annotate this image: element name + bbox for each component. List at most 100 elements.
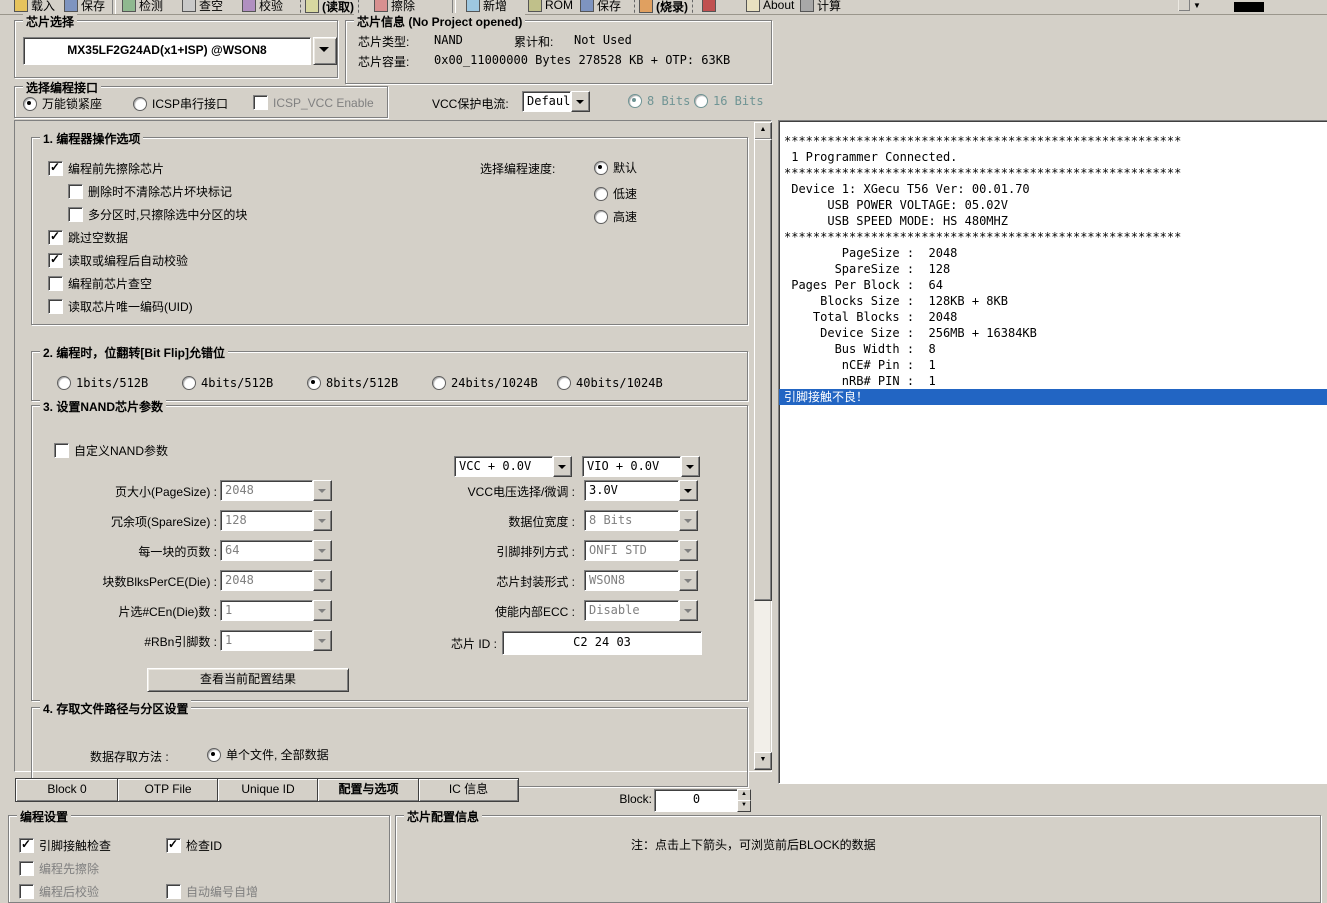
chip-select-group: 芯片选择 MX35LF2G24AD(x1+ISP) @WSON8	[14, 20, 338, 78]
window-black-icon[interactable]	[1234, 2, 1264, 12]
custom-nand-params-checkbox[interactable]: 自定义NAND参数	[54, 442, 168, 459]
icsp-radio[interactable]: ICSP串行接口	[133, 95, 228, 112]
pages-per-block-combo[interactable]: 64	[220, 540, 332, 561]
bitflip-24bits-radio[interactable]: 24bits/1024B	[432, 376, 538, 390]
verify-after-program-checkbox[interactable]: 编程后校验	[19, 883, 99, 900]
log-panel[interactable]: ****************************************…	[778, 120, 1327, 784]
log-line: nRB# PIN : 1	[779, 373, 1327, 389]
checkbox-icon	[68, 184, 83, 199]
radio-icon	[594, 187, 608, 201]
options-scrollbar[interactable]: ▲ ▼	[754, 122, 770, 770]
log-line: Device Size : 256MB + 16384KB	[779, 325, 1327, 341]
toolbar-item-about[interactable]: About	[746, 0, 794, 15]
sparesize-combo[interactable]: 128	[220, 510, 332, 531]
vcc-current-combo[interactable]: Default	[522, 91, 590, 112]
tab-ic-info[interactable]: IC 信息	[418, 778, 519, 802]
ce-count-label: 片选#CEn(Die)数 :	[37, 603, 217, 620]
toolbar-item-tool[interactable]	[702, 0, 716, 15]
capacity-value: 0x00_11000000 Bytes 278528 KB + OTP: 63K…	[434, 53, 730, 67]
toolbar-item-rom[interactable]: ROM	[528, 0, 573, 15]
tab-block0[interactable]: Block 0	[15, 778, 119, 802]
bits16-radio[interactable]: 16 Bits	[694, 94, 764, 108]
rbn-count-label: #RBn引脚数 :	[37, 633, 217, 650]
skip-blank-data-checkbox[interactable]: 跳过空数据	[48, 229, 128, 246]
file-path-group: 4. 存取文件路径与分区设置 数据存取方法 : 单个文件, 全部数据	[31, 707, 748, 787]
toolbar-item-read[interactable]: (读取)	[300, 0, 359, 15]
toolbar-item-verify[interactable]: 校验	[242, 0, 283, 15]
dropdown-arrow-icon[interactable]	[681, 456, 700, 477]
bitflip-8bits-radio[interactable]: 8bits/512B	[307, 376, 398, 390]
speed-high-radio[interactable]: 高速	[594, 208, 637, 225]
auto-verify-checkbox[interactable]: 读取或编程后自动校验	[48, 252, 188, 269]
chip-config-group: 芯片配置信息 注：点击上下箭头，可浏览前后BLOCK的数据	[395, 815, 1321, 903]
chip-select-dropdown-button[interactable]	[313, 37, 337, 65]
dropdown-arrow-icon	[679, 510, 698, 531]
group2-title: 2. 编程时，位翻转[Bit Flip]允错位	[40, 344, 228, 361]
speed-label: 选择编程速度:	[480, 160, 555, 177]
toolbar-item-calculator[interactable]: 计算	[800, 0, 841, 15]
toolbar-item-program[interactable]: (烧录)	[634, 0, 693, 15]
checkbox-icon	[48, 253, 63, 268]
single-file-radio[interactable]: 单个文件, 全部数据	[207, 746, 329, 763]
toolbar-item-save-project[interactable]: 保存	[580, 0, 621, 15]
scrollbar-thumb[interactable]	[754, 139, 772, 601]
group3-title: 3. 设置NAND芯片参数	[40, 398, 166, 415]
vio-trim-combo[interactable]: VIO + 0.0V	[582, 456, 700, 477]
radio-icon	[694, 94, 708, 108]
internal-ecc-combo[interactable]: Disable	[584, 600, 698, 621]
scroll-up-icon[interactable]: ▲	[754, 122, 772, 140]
pagesize-combo[interactable]: 2048	[220, 480, 332, 501]
pin-layout-combo[interactable]: ONFI STD	[584, 540, 698, 561]
socket-radio[interactable]: 万能锁紧座	[23, 95, 102, 112]
toolbar-dropdown[interactable]: ▼	[1178, 0, 1201, 15]
vcc-voltage-combo[interactable]: 3.0V	[584, 480, 698, 501]
erase-before-program-checkbox[interactable]: 编程前先擦除芯片	[48, 160, 164, 177]
rbn-count-combo[interactable]: 1	[220, 630, 332, 651]
tab-config-options[interactable]: 配置与选项	[317, 778, 420, 802]
toolbar-item-detect[interactable]: 检测	[122, 0, 163, 15]
speed-low-radio[interactable]: 低速	[594, 185, 637, 202]
package-combo[interactable]: WSON8	[584, 570, 698, 591]
dropdown-arrow-icon[interactable]	[679, 480, 698, 501]
tab-otp-file[interactable]: OTP File	[117, 778, 219, 802]
read-uid-checkbox[interactable]: 读取芯片唯一编码(UID)	[48, 298, 193, 315]
chip-type-label: 芯片类型:	[358, 33, 409, 50]
log-line: ****************************************…	[779, 165, 1327, 181]
erase-selected-partition-checkbox[interactable]: 多分区时,只擦除选中分区的块	[68, 206, 247, 223]
scroll-down-icon[interactable]: ▼	[754, 752, 772, 770]
dropdown-arrow-icon[interactable]	[553, 456, 572, 477]
serial-increment-checkbox[interactable]: 自动编号自增	[166, 883, 258, 900]
block-browse-note: 注：点击上下箭头，可浏览前后BLOCK的数据	[631, 836, 876, 853]
bits8-radio[interactable]: 8 Bits	[628, 94, 690, 108]
toolbar-separator	[452, 0, 456, 14]
spinner-down-icon[interactable]: ▼	[737, 800, 751, 812]
program-settings-title: 编程设置	[17, 808, 71, 825]
check-id-checkbox[interactable]: 检查ID	[166, 837, 222, 854]
bus-width-combo[interactable]: 8 Bits	[584, 510, 698, 531]
block-number-field[interactable]: 0	[654, 789, 739, 812]
radio-icon	[307, 376, 321, 390]
blank-check-before-program-checkbox[interactable]: 编程前芯片查空	[48, 275, 152, 292]
bitflip-40bits-radio[interactable]: 40bits/1024B	[557, 376, 663, 390]
radio-icon	[182, 376, 196, 390]
toolbar-item-blank-check[interactable]: 查空	[182, 0, 223, 15]
dropdown-arrow-icon[interactable]	[571, 91, 590, 112]
icsp-vcc-enable-checkbox[interactable]: ICSP_VCC Enable	[253, 95, 374, 110]
bitflip-4bits-radio[interactable]: 4bits/512B	[182, 376, 273, 390]
ce-count-combo[interactable]: 1	[220, 600, 332, 621]
bitflip-1bits-radio[interactable]: 1bits/512B	[57, 376, 148, 390]
view-config-button[interactable]: 查看当前配置结果	[147, 668, 349, 692]
chip-select-combo[interactable]: MX35LF2G24AD(x1+ISP) @WSON8	[23, 37, 311, 65]
erase-first-checkbox[interactable]: 编程先擦除	[19, 860, 99, 877]
blocks-per-ce-combo[interactable]: 2048	[220, 570, 332, 591]
checkbox-icon	[166, 884, 181, 899]
keep-badblock-mark-checkbox[interactable]: 删除时不清除芯片坏块标记	[68, 183, 232, 200]
calculator-icon	[800, 0, 814, 12]
pin-contact-check-checkbox[interactable]: 引脚接触检查	[19, 837, 111, 854]
tab-unique-id[interactable]: Unique ID	[217, 778, 319, 802]
vcc-trim-combo[interactable]: VCC + 0.0V	[454, 456, 572, 477]
radio-icon	[133, 97, 147, 111]
chip-id-field[interactable]: C2 24 03	[502, 631, 702, 655]
save-disk-icon	[580, 0, 594, 12]
speed-default-radio[interactable]: 默认	[594, 159, 637, 176]
